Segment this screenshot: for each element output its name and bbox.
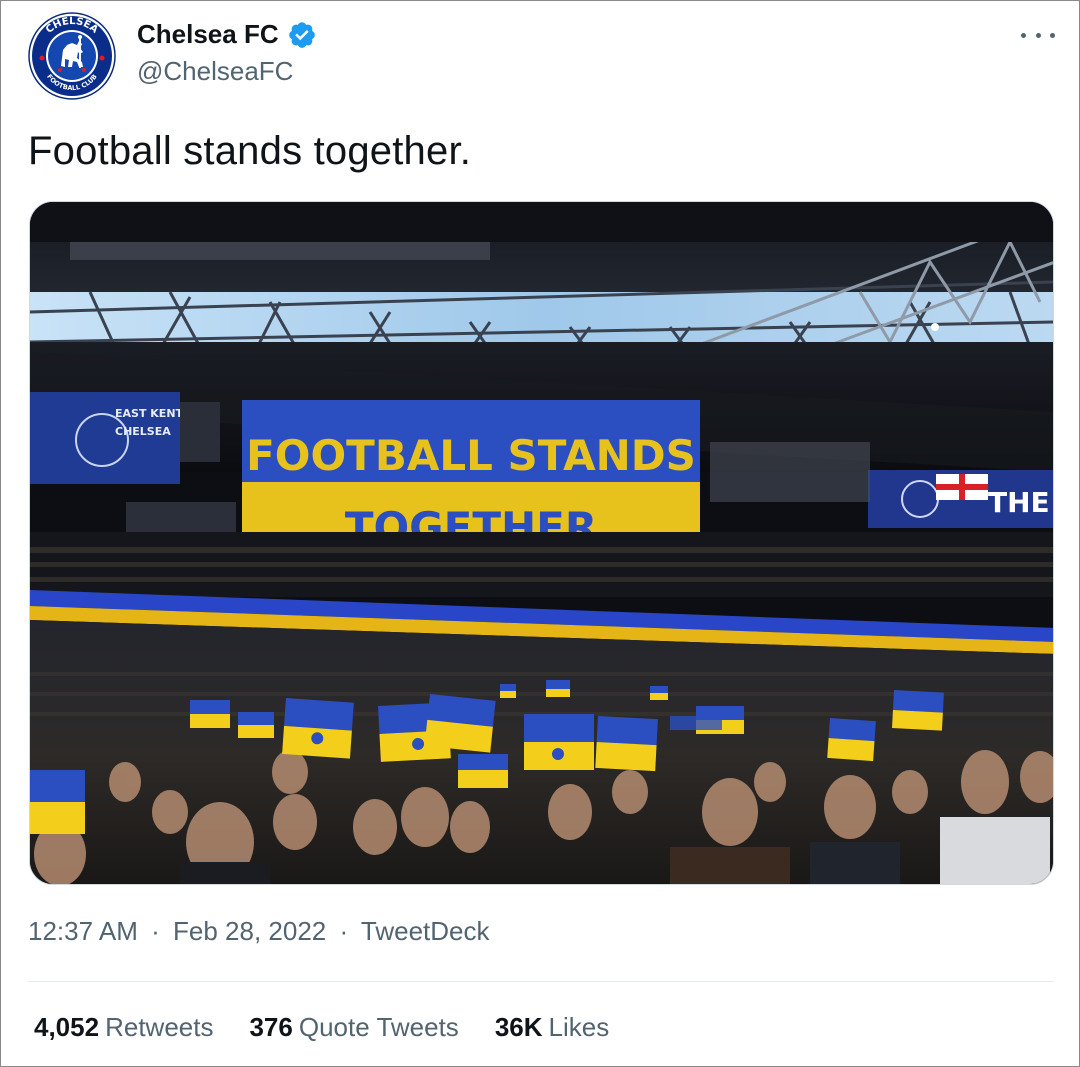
retweets-stat[interactable]: 4,052 Retweets <box>34 1012 213 1043</box>
likes-label: Likes <box>548 1012 610 1042</box>
tweet-text: Football stands together. <box>28 129 472 173</box>
meta-separator: · <box>339 916 349 946</box>
meta-separator: · <box>151 916 160 946</box>
quote-tweets-stat[interactable]: 376 Quote Tweets <box>249 1012 458 1043</box>
tweet-date[interactable]: Feb 28, 2022 <box>173 916 326 946</box>
left-banner-top-text: EAST KENT <box>115 407 184 420</box>
more-dot <box>1021 32 1026 38</box>
quote-tweets-label: Quote Tweets <box>298 1012 459 1042</box>
tweet-media-photo[interactable]: EAST KENT CHELSEA FOOTBALL STANDS TOGETH… <box>29 201 1054 885</box>
tweet-meta: 12:37 AM · Feb 28, 2022 · TweetDeck <box>28 916 490 947</box>
tweet-source-link[interactable]: TweetDeck <box>361 916 490 946</box>
engagement-stats: 4,052 Retweets 376 Quote Tweets 36K Likes <box>34 1012 609 1043</box>
verified-badge-icon <box>288 21 315 48</box>
retweets-label: Retweets <box>105 1012 214 1042</box>
more-dot <box>1035 32 1041 38</box>
left-banner-bottom-text: CHELSEA <box>115 425 171 438</box>
author-handle[interactable]: @ChelseaFC <box>137 56 293 87</box>
tweet-card: CHELSEA FOOTBALL CLUB Chelsea FC @Chelse… <box>0 0 1080 1067</box>
divider <box>28 981 1054 982</box>
more-options-icon[interactable] <box>1021 25 1055 45</box>
right-banner-text: THE <box>988 486 1050 519</box>
likes-stat[interactable]: 36K Likes <box>495 1012 609 1043</box>
banner-line1: FOOTBALL STANDS <box>246 431 696 480</box>
retweets-count: 4,052 <box>34 1012 100 1042</box>
more-dot <box>1050 32 1055 38</box>
stadium-photo: EAST KENT CHELSEA FOOTBALL STANDS TOGETH… <box>30 202 1053 884</box>
tweet-time[interactable]: 12:37 AM <box>28 916 138 946</box>
likes-count: 36K <box>494 1012 543 1042</box>
quote-tweets-count: 376 <box>249 1012 293 1042</box>
display-name[interactable]: Chelsea FC <box>137 19 279 50</box>
avatar[interactable]: CHELSEA FOOTBALL CLUB <box>28 12 116 100</box>
author-name-row[interactable]: Chelsea FC <box>137 19 317 50</box>
